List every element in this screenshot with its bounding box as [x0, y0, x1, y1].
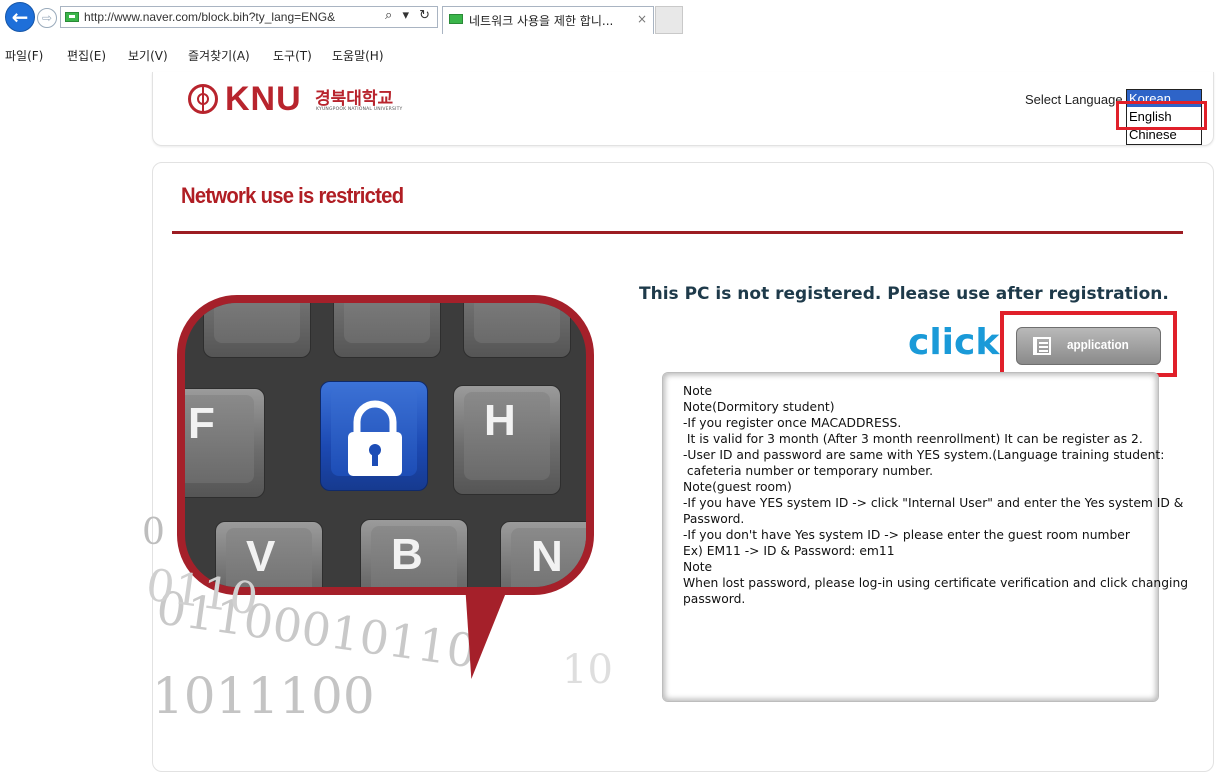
binary-digit-text: 1011100 — [152, 667, 375, 725]
menu-item-help[interactable]: 도움말(H) — [332, 47, 384, 64]
note-line: -If you don't have Yes system ID -> plea… — [683, 528, 1130, 542]
keyboard-key-n: N — [500, 521, 586, 587]
tab-title: 네트워크 사용을 제한 합니... — [469, 14, 614, 28]
note-line: -User ID and password are same with YES … — [683, 448, 1165, 462]
address-bar[interactable]: http://www.naver.com/block.bih?ty_lang=E… — [60, 6, 438, 28]
logo-korean-name: 경북대학교 — [315, 89, 394, 109]
click-annotation: click — [908, 322, 1000, 363]
note-line: -If you have YES system ID -> click "Int… — [683, 496, 1184, 510]
note-line: When lost password, please log-in using … — [683, 576, 1189, 590]
menu-item-file[interactable]: 파일(F) — [5, 47, 43, 64]
select-language-label: Select Language — [1025, 92, 1123, 107]
url-text[interactable]: http://www.naver.com/block.bih?ty_lang=E… — [84, 10, 374, 24]
highlight-box-english — [1116, 101, 1207, 130]
page-title: Network use is restricted — [181, 183, 404, 208]
note-line: Note — [683, 560, 713, 574]
keyboard-key-h: H — [453, 385, 561, 495]
speech-bubble: F H V B N — [177, 295, 594, 595]
note-line: -If you register once MACADDRESS. — [683, 416, 902, 430]
menu-item-edit[interactable]: 편집(E) — [67, 47, 106, 64]
logo-text: KNU — [225, 80, 302, 118]
back-arrow-icon[interactable]: ← — [5, 2, 35, 32]
tab-close-icon[interactable]: × — [637, 12, 647, 26]
search-refresh-icons[interactable]: ⌕ ▾ ↻ — [385, 8, 433, 23]
menu-bar: 파일(F) 편집(E) 보기(V) 즐겨찾기(A) 도구(T) 도움말(H) — [0, 44, 1221, 66]
menu-item-favorites[interactable]: 즐겨찾기(A) — [188, 47, 250, 64]
note-line: It is valid for 3 month (After 3 month r… — [683, 432, 1143, 446]
note-line: Note(Dormitory student) — [683, 400, 835, 414]
site-header: KNU 경북대학교 KYUNGPOOK NATIONAL UNIVERSITY … — [152, 72, 1214, 146]
forward-arrow-icon[interactable]: ⇨ — [37, 8, 57, 28]
locked-keyboard-illustration: 0 01100010110 10 1011100 F H V B N 0110 — [142, 262, 622, 755]
note-line: cafeteria number or temporary number. — [683, 464, 934, 478]
tab-favicon-icon — [449, 14, 463, 24]
notes-panel[interactable]: Note Note(Dormitory student) -If you regis… — [662, 372, 1189, 702]
browser-tab[interactable]: 네트워크 사용을 제한 합니... × — [442, 6, 654, 34]
title-divider — [172, 231, 1183, 234]
note-line: Note — [683, 384, 713, 398]
keyboard-key-b: B — [360, 519, 468, 587]
highlight-box-application — [1000, 311, 1177, 377]
binary-digit-text: 10 — [562, 647, 613, 693]
university-emblem-icon — [188, 84, 218, 114]
registration-notice: This PC is not registered. Please use af… — [639, 284, 1169, 304]
binary-digit-text: 0 — [142, 512, 165, 553]
notes-text: Note Note(Dormitory student) -If you regis… — [683, 383, 1189, 607]
note-line: Note(guest room) — [683, 480, 792, 494]
keyboard-key-f: F — [185, 388, 265, 498]
note-line: password. — [683, 592, 746, 606]
logo-subtitle: KYUNGPOOK NATIONAL UNIVERSITY — [316, 107, 403, 112]
padlock-key-icon — [320, 381, 428, 491]
browser-chrome: ← ⇨ http://www.naver.com/block.bih?ty_la… — [0, 0, 1221, 44]
note-line: Ex) EM11 -> ID & Password: em11 — [683, 544, 895, 558]
new-tab-button[interactable] — [655, 6, 683, 34]
note-line: Password. — [683, 512, 745, 526]
speech-bubble-tail — [445, 583, 507, 683]
menu-item-view[interactable]: 보기(V) — [128, 47, 168, 64]
site-favicon-icon — [65, 12, 79, 22]
menu-item-tools[interactable]: 도구(T) — [273, 47, 312, 64]
